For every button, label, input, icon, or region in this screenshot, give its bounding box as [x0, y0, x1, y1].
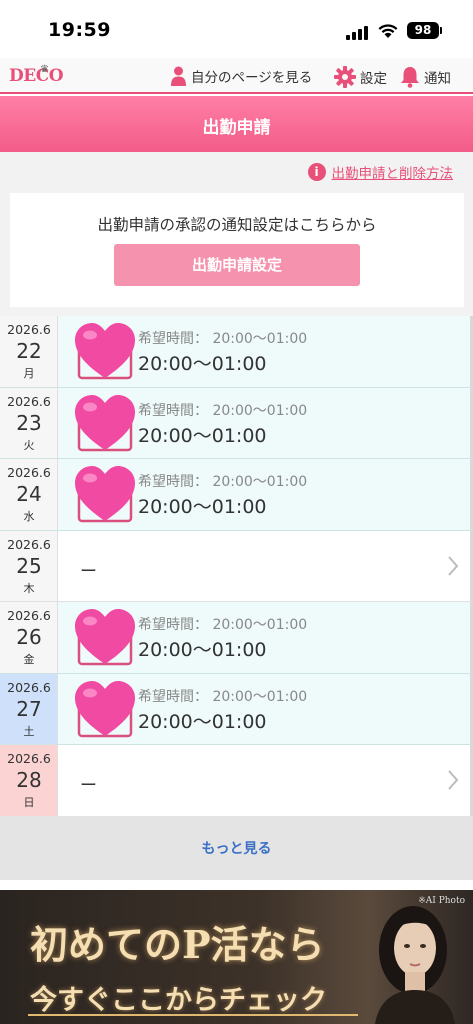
application-method-link[interactable]: i 出勤申請と削除方法 — [307, 162, 454, 182]
notice-box: 出勤申請の承認の通知設定はこちらから 出勤申請設定 — [10, 193, 464, 307]
schedule-row[interactable]: 2026.6 23 火希望時間： 20:00〜01:00 20:00〜01:00 — [0, 387, 473, 459]
chevron-right-icon — [448, 770, 459, 790]
more-section: もっと見る — [0, 816, 473, 880]
requested-time-label: 希望時間： 20:00〜01:00 — [138, 614, 307, 634]
schedule-row[interactable]: 2026.6 27 土希望時間： 20:00〜01:00 20:00〜01:00 — [0, 673, 473, 745]
my-page-link[interactable]: 自分のページを見る — [170, 66, 312, 86]
requested-time-label: 希望時間： 20:00〜01:00 — [138, 400, 307, 420]
requested-time-caption: 希望時間： — [138, 474, 208, 490]
requested-time-value: 20:00〜01:00 — [212, 474, 308, 490]
date-year-month: 2026.6 — [7, 536, 51, 552]
see-more-button[interactable]: もっと見る — [0, 838, 473, 858]
shift-time: 20:00〜01:00 — [138, 710, 267, 733]
date-day: 22 — [16, 339, 42, 363]
requested-time-value: 20:00〜01:00 — [212, 617, 308, 633]
no-shift-dash: ー — [80, 561, 97, 582]
gear-icon — [334, 66, 356, 88]
ad-subheadline: 今すぐここからチェック — [30, 985, 327, 1016]
battery-tip — [440, 27, 442, 34]
wifi-icon — [378, 24, 398, 38]
page-title-banner: 出勤申請 — [0, 96, 473, 152]
ad-model-photo — [375, 906, 455, 1024]
chevron-right-icon — [448, 555, 459, 576]
date-day: 28 — [16, 768, 42, 792]
date-weekday: 土 — [23, 724, 35, 738]
date-cell: 2026.6 28 日 — [0, 745, 58, 816]
shift-time: 20:00〜01:00 — [138, 353, 267, 375]
battery-indicator: 98 — [407, 22, 439, 39]
attendance-settings-button[interactable]: 出勤申請設定 — [114, 244, 360, 286]
status-bar: 19:59 98 — [0, 0, 473, 58]
date-year-month: 2026.6 — [7, 465, 51, 480]
date-weekday: 日 — [23, 796, 35, 809]
date-day: 25 — [16, 553, 42, 578]
date-day: 23 — [16, 410, 42, 435]
requested-time-caption: 希望時間： — [138, 331, 208, 347]
requested-time-value: 20:00〜01:00 — [212, 688, 308, 705]
heart-icon — [73, 392, 137, 454]
schedule-row[interactable]: 2026.6 26 金希望時間： 20:00〜01:00 20:00〜01:00 — [0, 602, 473, 674]
date-cell: 2026.6 26 金 — [0, 602, 58, 673]
date-weekday: 木 — [23, 581, 35, 595]
date-cell: 2026.6 25 木 — [0, 530, 58, 601]
shift-time: 20:00〜01:00 — [138, 496, 267, 518]
requested-time-label: 希望時間： 20:00〜01:00 — [138, 686, 307, 706]
shift-time: 20:00〜01:00 — [138, 424, 267, 447]
shift-time: 20:00〜01:00 — [138, 639, 267, 661]
heart-icon — [73, 320, 137, 382]
ad-underline — [28, 1014, 358, 1016]
heart-icon — [73, 463, 137, 525]
requested-time-caption: 希望時間： — [138, 617, 208, 633]
requested-time-label: 希望時間： 20:00〜01:00 — [138, 328, 307, 348]
bell-icon — [401, 67, 419, 88]
date-cell: 2026.6 27 土 — [0, 673, 58, 744]
schedule-row[interactable]: 2026.6 25 木 ー — [0, 530, 473, 602]
heart-icon — [73, 678, 137, 740]
notifications-label: 通知 — [424, 71, 451, 87]
application-method-label: 出勤申請と削除方法 — [331, 166, 454, 182]
date-weekday: 月 — [23, 367, 35, 380]
schedule-list: 2026.6 22 月希望時間： 20:00〜01:00 20:00〜01:00 202… — [0, 316, 473, 817]
date-weekday: 水 — [23, 510, 35, 523]
schedule-row[interactable]: 2026.6 22 月希望時間： 20:00〜01:00 20:00〜01:00 — [0, 316, 473, 388]
page-title: 出勤申請 — [202, 118, 271, 138]
app-header: DECO ♛ 自分のページを見る 設定 通知 — [0, 58, 473, 94]
requested-time-value: 20:00〜01:00 — [212, 331, 308, 347]
crown-icon: ♛ — [40, 64, 49, 75]
deco-logo[interactable]: DECO — [9, 66, 64, 86]
requested-time-caption: 希望時間： — [138, 688, 208, 705]
schedule-row[interactable]: 2026.6 24 水希望時間： 20:00〜01:00 20:00〜01:00 — [0, 459, 473, 531]
settings-link[interactable]: 設定 — [334, 66, 387, 88]
date-cell: 2026.6 23 火 — [0, 387, 58, 458]
requested-time-value: 20:00〜01:00 — [212, 402, 308, 419]
requested-time-label: 希望時間： 20:00〜01:00 — [138, 471, 307, 491]
settings-label: 設定 — [360, 71, 387, 87]
status-time: 19:59 — [48, 19, 111, 41]
requested-time-caption: 希望時間： — [138, 402, 208, 419]
notice-text: 出勤申請の承認の通知設定はこちらから — [97, 216, 377, 234]
date-weekday: 金 — [23, 653, 35, 666]
my-page-label: 自分のページを見る — [191, 70, 313, 86]
date-day: 24 — [16, 482, 42, 506]
date-year-month: 2026.6 — [7, 608, 51, 623]
notifications-link[interactable]: 通知 — [400, 66, 451, 88]
schedule-row[interactable]: 2026.6 28 日 ー — [0, 745, 473, 817]
ad-banner[interactable]: 初めてのP活なら 今すぐここからチェック ※AI Photo — [0, 890, 473, 1024]
no-shift-dash: ー — [80, 776, 97, 796]
cellular-signal-icon — [346, 26, 370, 40]
date-cell: 2026.6 24 水 — [0, 459, 58, 530]
date-day: 26 — [16, 625, 42, 649]
date-year-month: 2026.6 — [7, 322, 51, 337]
ad-headline: 初めてのP活なら — [30, 922, 325, 967]
heart-icon — [73, 606, 137, 668]
date-year-month: 2026.6 — [7, 679, 51, 695]
date-year-month: 2026.6 — [7, 393, 51, 409]
person-icon — [171, 66, 186, 86]
date-year-month: 2026.6 — [7, 751, 51, 766]
date-cell: 2026.6 22 月 — [0, 316, 58, 387]
date-day: 27 — [16, 696, 42, 721]
info-icon: i — [307, 163, 326, 181]
date-weekday: 火 — [23, 438, 35, 452]
